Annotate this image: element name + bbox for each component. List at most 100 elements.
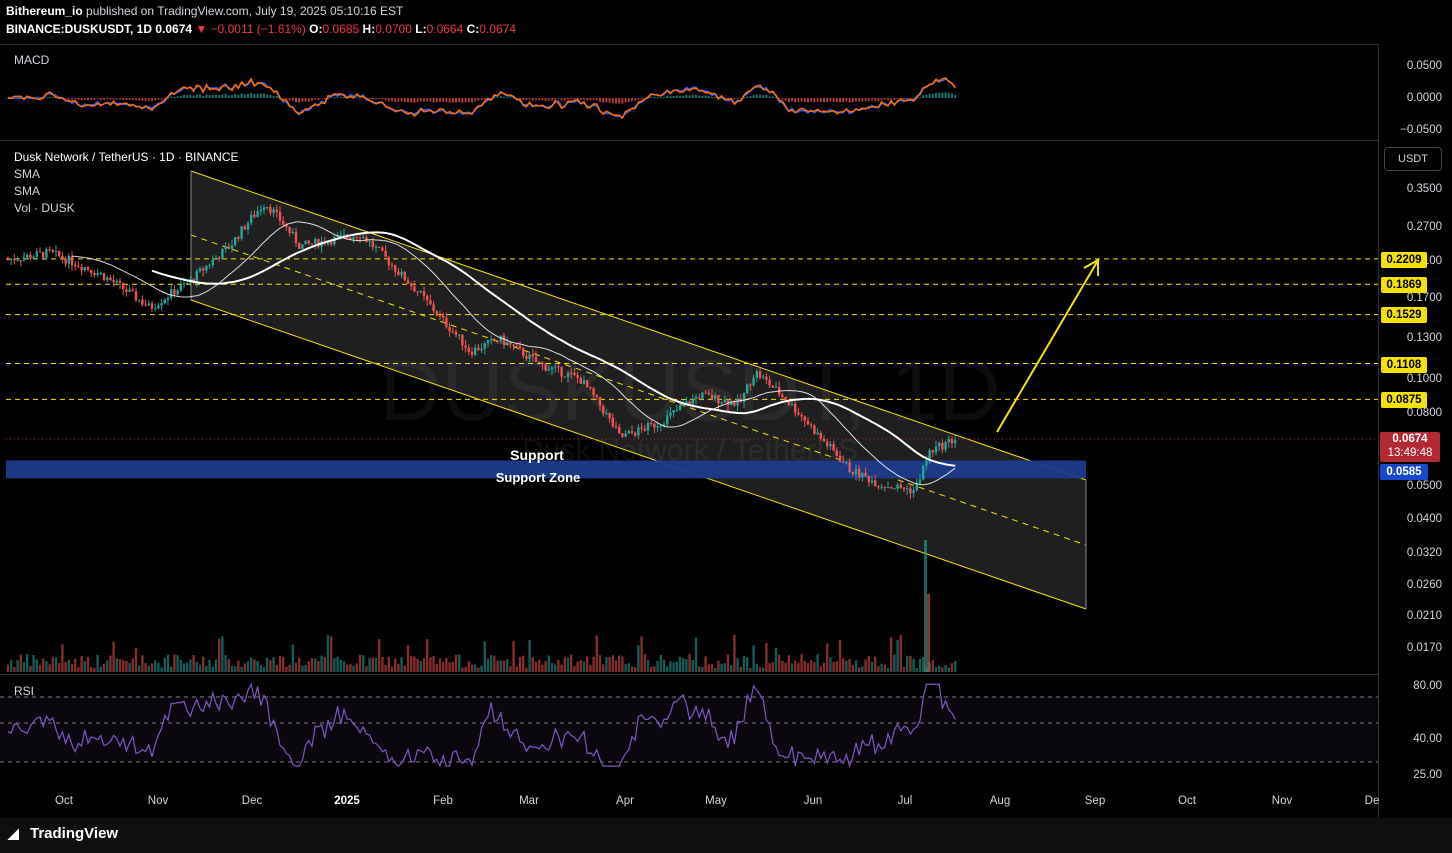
volume-bar <box>947 667 950 672</box>
candle-body <box>509 342 512 345</box>
candle-body <box>861 472 864 478</box>
volume-bar <box>720 663 723 672</box>
macd-histogram-bar <box>611 98 614 104</box>
chart-canvas[interactable]: DUSKUSDT, 1DDusk Network / TetherUSSuppo… <box>0 0 1378 818</box>
macd-histogram-bar <box>941 92 944 98</box>
volume-bar <box>422 658 426 672</box>
volume-bar <box>509 666 512 672</box>
volume-bar <box>877 665 880 672</box>
level-tag: 0.1529 <box>1381 307 1427 323</box>
indicator-volume[interactable]: Vol · DUSK <box>14 201 75 215</box>
candle-body <box>102 273 106 281</box>
volume-bar <box>326 635 330 672</box>
pane-divider[interactable] <box>0 140 1378 141</box>
volume-bar <box>339 659 342 672</box>
macd-histogram-bar <box>784 98 787 101</box>
volume-bar <box>48 664 51 672</box>
volume-bar <box>166 654 170 672</box>
volume-bar <box>416 659 419 672</box>
volume-bar <box>906 655 909 672</box>
candle-body <box>240 226 243 239</box>
macd-histogram-bar <box>179 95 182 98</box>
macd-histogram-bar <box>640 98 643 100</box>
macd-histogram-bar <box>794 98 797 103</box>
candle-body <box>64 258 67 264</box>
candle-body <box>586 380 589 388</box>
macd-histogram-bar <box>250 92 253 98</box>
candle-body <box>714 395 717 400</box>
candle-body <box>115 281 118 283</box>
macd-histogram-bar <box>925 94 928 98</box>
candle-body <box>749 384 752 386</box>
macd-histogram-bar <box>291 98 294 101</box>
volume-bar <box>774 647 778 672</box>
macd-histogram-bar <box>224 93 227 98</box>
x-axis-label: De <box>1364 795 1380 807</box>
volume-bar <box>182 663 186 672</box>
volume-bar <box>742 656 746 672</box>
macd-histogram-bar <box>621 98 624 104</box>
macd-label[interactable]: MACD <box>14 53 49 67</box>
macd-histogram-bar <box>103 98 105 100</box>
currency-button[interactable]: USDT <box>1384 147 1442 171</box>
macd-histogram-bar <box>477 98 480 101</box>
volume-bar <box>707 664 710 672</box>
volume-bar <box>886 667 890 672</box>
volume-bar <box>682 657 685 672</box>
volume-bar <box>26 654 29 672</box>
macd-histogram-bar <box>480 98 483 101</box>
macd-histogram-bar <box>211 95 214 98</box>
macd-histogram-bar <box>131 98 134 101</box>
volume-bar <box>691 659 694 672</box>
candle-body <box>579 377 582 384</box>
volume-bar <box>800 654 803 672</box>
volume-bar <box>528 639 531 672</box>
macd-histogram-bar <box>653 96 656 98</box>
candle-body <box>768 379 771 386</box>
volume-bar <box>736 658 739 672</box>
macd-histogram-bar <box>851 98 854 103</box>
macd-histogram-bar <box>458 98 461 103</box>
candle-body <box>176 290 179 295</box>
volume-bar <box>810 660 813 672</box>
candle-body <box>653 423 656 428</box>
candle-body <box>950 439 954 444</box>
macd-histogram-bar <box>343 96 345 98</box>
candle-body <box>330 241 333 245</box>
volume-bar <box>701 667 704 672</box>
macd-histogram-bar <box>192 95 195 98</box>
volume-bar <box>813 662 816 672</box>
volume-bar <box>544 660 547 672</box>
candle-body <box>941 442 944 450</box>
pane-divider[interactable] <box>0 674 1378 675</box>
volume-bar <box>13 666 16 672</box>
volume-bar <box>6 664 10 672</box>
macd-histogram-bar <box>298 98 301 103</box>
volume-bar <box>819 666 822 672</box>
volume-bar <box>918 658 922 672</box>
x-axis-label: May <box>705 795 727 807</box>
macd-histogram-bar <box>797 98 800 103</box>
macd-histogram-bar <box>387 98 390 102</box>
candle-body <box>790 403 794 405</box>
candle-body <box>227 246 230 249</box>
rsi-label[interactable]: RSI <box>14 684 34 698</box>
candle-body <box>755 371 758 378</box>
volume-bar <box>362 655 365 672</box>
candle-body <box>550 367 554 370</box>
macd-histogram-bar <box>410 98 413 103</box>
candle-body <box>554 366 557 368</box>
volume-bar <box>112 641 115 672</box>
macd-histogram-bar <box>535 98 537 101</box>
support-label: Support <box>510 447 564 463</box>
macd-histogram-bar <box>538 98 541 101</box>
tradingview-logo[interactable]: ◢ TradingView <box>8 825 118 842</box>
macd-histogram-bar <box>464 98 467 103</box>
candle-body <box>592 388 595 395</box>
volume-bar <box>688 654 691 672</box>
indicator-sma-2[interactable]: SMA <box>14 184 40 198</box>
indicator-sma-1[interactable]: SMA <box>14 167 40 181</box>
volume-bar <box>893 654 896 672</box>
macd-histogram-bar <box>679 95 681 98</box>
price-axis-label: 0.0800 <box>1406 407 1442 419</box>
